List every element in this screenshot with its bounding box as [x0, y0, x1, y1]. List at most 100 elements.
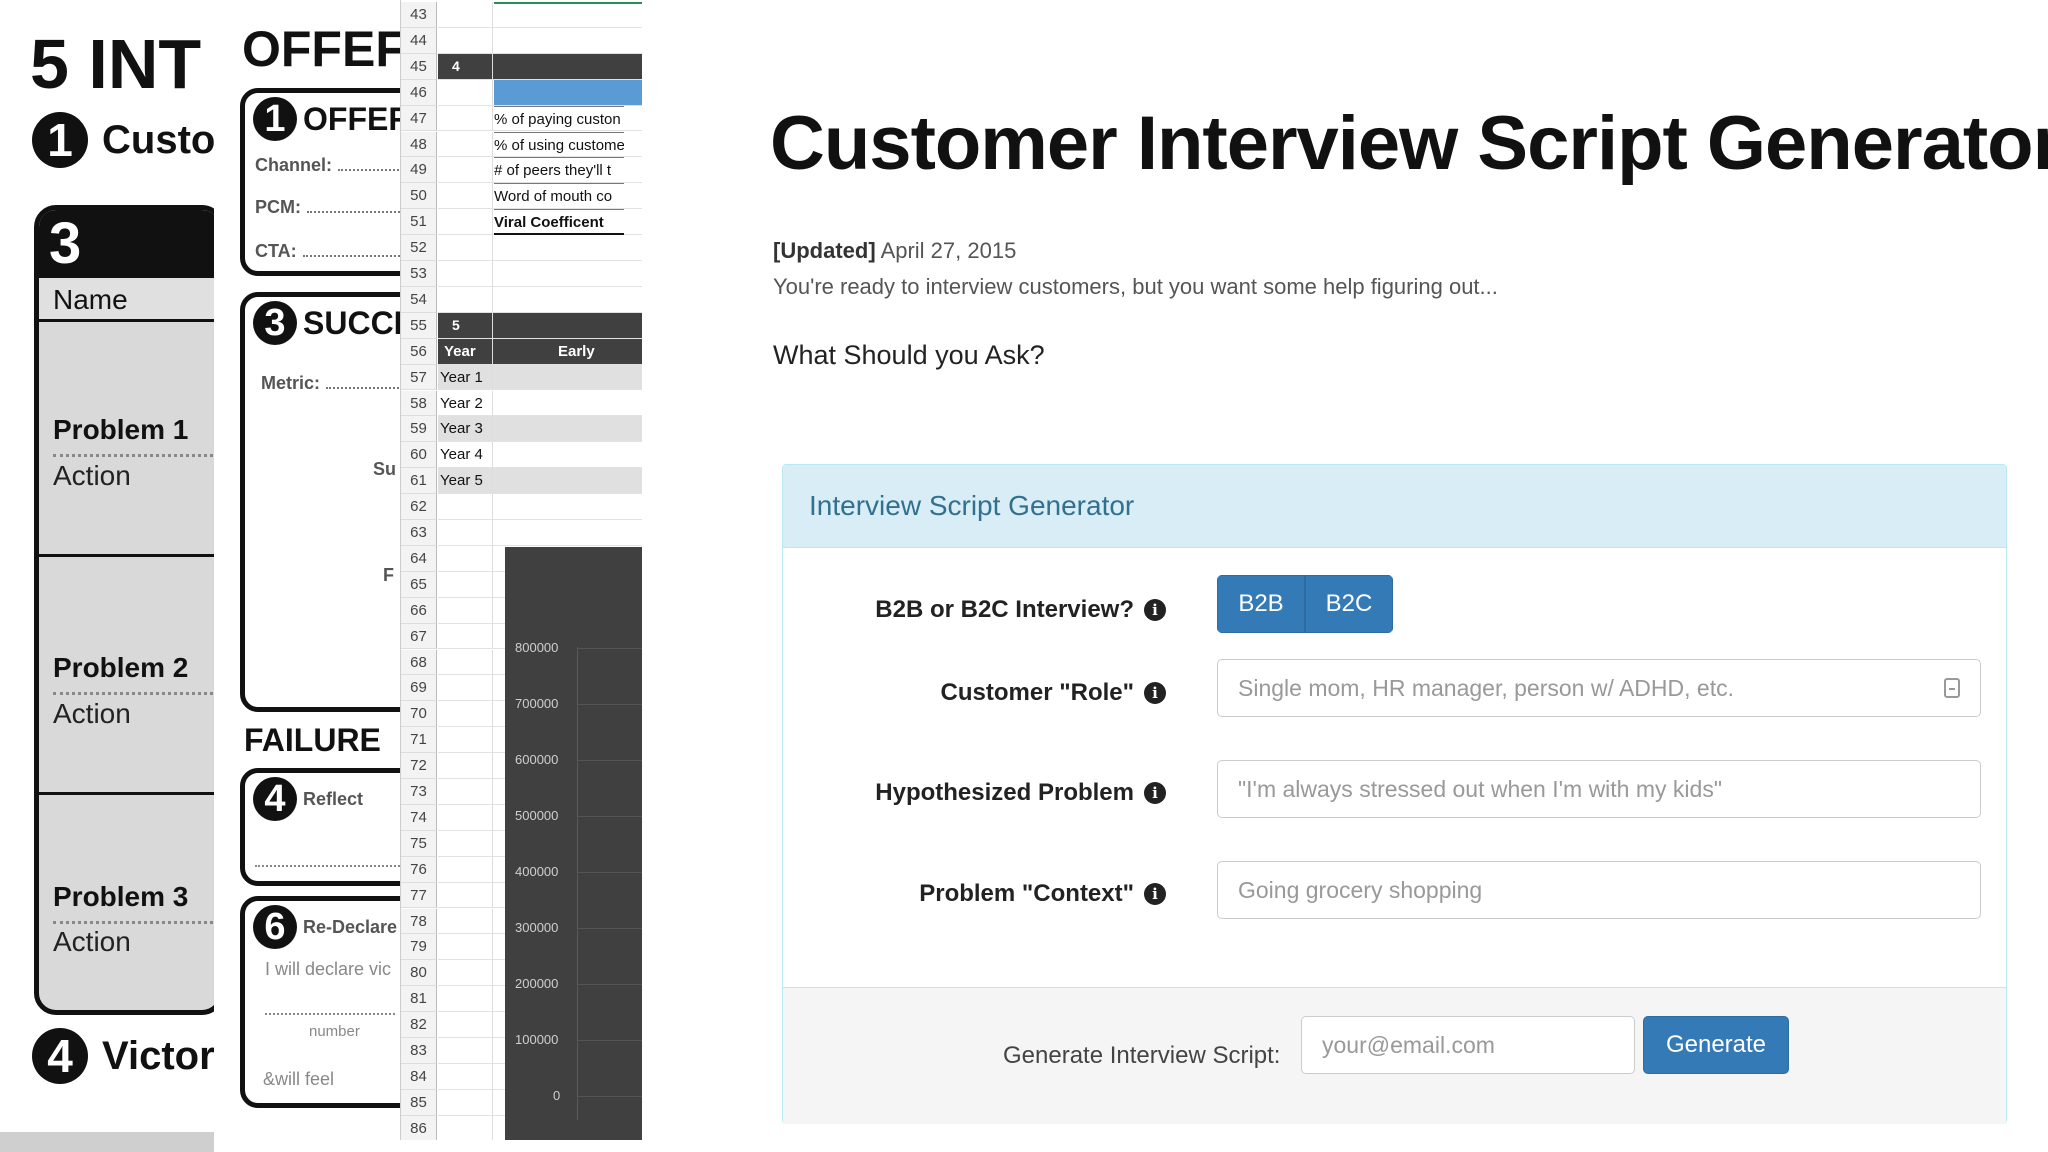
row-number[interactable]: 80: [401, 960, 437, 987]
b2c-button[interactable]: B2C: [1305, 575, 1393, 633]
info-icon[interactable]: i: [1144, 782, 1166, 804]
redeclare-label: Re-Declare: [303, 916, 398, 937]
chart-gridline: [577, 760, 642, 761]
row-number[interactable]: 67: [401, 623, 437, 650]
row-number[interactable]: 53: [401, 261, 437, 287]
row-number[interactable]: 66: [401, 597, 437, 624]
year-header[interactable]: Year: [444, 339, 504, 365]
sheet-row[interactable]: Year Early: [438, 338, 642, 365]
year-cell[interactable]: Year 2: [440, 391, 500, 417]
sheet-row[interactable]: Word of mouth co: [438, 183, 642, 210]
metric-cell[interactable]: % of paying custon: [494, 105, 624, 132]
row-number[interactable]: 60: [401, 442, 437, 469]
metric-cell[interactable]: # of peers they'll t: [494, 157, 624, 183]
sheet-row[interactable]: Year 2: [438, 390, 642, 417]
metric-cell[interactable]: Word of mouth co: [494, 183, 624, 209]
sheet-row[interactable]: [438, 2, 642, 28]
sheet-row[interactable]: % of using custome: [438, 131, 642, 158]
row-number[interactable]: 48: [401, 131, 437, 158]
autofill-icon[interactable]: [1944, 678, 1960, 698]
sheet-row[interactable]: Year 1: [438, 364, 642, 391]
row-number[interactable]: 85: [401, 1089, 437, 1116]
selected-cell[interactable]: [494, 79, 642, 105]
row-number[interactable]: 73: [401, 779, 437, 805]
row-number[interactable]: 68: [401, 649, 437, 676]
sheet-row[interactable]: [438, 520, 642, 546]
row-number[interactable]: 57: [401, 364, 437, 391]
sheet-row[interactable]: 4: [438, 53, 642, 80]
year-cell[interactable]: Year 1: [440, 365, 500, 391]
sheet-row[interactable]: Year 4: [438, 442, 642, 469]
row-number[interactable]: 82: [401, 1012, 437, 1038]
early-header[interactable]: Early: [558, 339, 638, 365]
row-number[interactable]: 74: [401, 804, 437, 831]
interview-type-label: B2B or B2C Interview? i: [783, 585, 1166, 635]
year-cell[interactable]: Year 4: [440, 442, 500, 468]
row-number[interactable]: 79: [401, 934, 437, 961]
info-icon[interactable]: i: [1144, 883, 1166, 905]
b2b-button[interactable]: B2B: [1217, 575, 1305, 633]
customer-role-input[interactable]: Single mom, HR manager, person w/ ADHD, …: [1217, 659, 1981, 717]
row-number[interactable]: 61: [401, 468, 437, 495]
row-number[interactable]: 51: [401, 209, 437, 236]
row-number[interactable]: 49: [401, 157, 437, 184]
section-label[interactable]: 4: [452, 54, 582, 80]
sheet-row[interactable]: Year 3: [438, 416, 642, 443]
sheet-row[interactable]: Year 5: [438, 468, 642, 495]
row-number[interactable]: 65: [401, 571, 437, 598]
row-number[interactable]: 63: [401, 520, 437, 546]
metric-cell[interactable]: Viral Coefficent: [494, 209, 624, 236]
row-number[interactable]: 72: [401, 753, 437, 779]
sheet-row[interactable]: 5: [438, 312, 642, 339]
sheet-row[interactable]: Viral Coefficent: [438, 209, 642, 236]
row-number[interactable]: 45: [401, 53, 437, 80]
spreadsheet: 43 44 45 4 46 47% of paying custon 48% of usin…: [400, 0, 642, 1140]
section-label[interactable]: 5: [452, 313, 582, 339]
row-number[interactable]: 81: [401, 986, 437, 1013]
problem-2-divider: [53, 692, 214, 695]
row-number[interactable]: 43: [401, 2, 437, 28]
row-number[interactable]: 62: [401, 494, 437, 520]
sheet-row[interactable]: [438, 261, 642, 287]
row-number[interactable]: 83: [401, 1038, 437, 1064]
info-icon[interactable]: i: [1144, 599, 1166, 621]
row-number[interactable]: 86: [401, 1115, 437, 1140]
row-number[interactable]: 44: [401, 27, 437, 54]
problem-context-input[interactable]: Going grocery shopping: [1217, 861, 1981, 919]
row-number[interactable]: 50: [401, 183, 437, 210]
row-number[interactable]: 56: [401, 338, 437, 365]
row-number[interactable]: 47: [401, 105, 437, 132]
row-number[interactable]: 59: [401, 416, 437, 443]
email-input[interactable]: your@email.com: [1301, 1016, 1635, 1074]
row-number[interactable]: 58: [401, 390, 437, 417]
row-number[interactable]: 76: [401, 856, 437, 883]
year-cell[interactable]: Year 5: [440, 468, 500, 494]
sheet-row[interactable]: [438, 494, 642, 520]
info-icon[interactable]: i: [1144, 682, 1166, 704]
sheet-row[interactable]: [438, 27, 642, 54]
metric-cell[interactable]: % of using custome: [494, 131, 624, 158]
sheet-row[interactable]: [438, 235, 642, 261]
sheet-row[interactable]: % of paying custon: [438, 105, 642, 132]
sheet-row[interactable]: [438, 286, 642, 313]
row-number[interactable]: 69: [401, 675, 437, 702]
row-number[interactable]: 64: [401, 545, 437, 572]
year-cell[interactable]: Year 3: [440, 416, 500, 442]
hypothesized-problem-input[interactable]: "I'm always stressed out when I'm with m…: [1217, 760, 1981, 818]
offer-card: 1 OFFEF Channel: PCM: CTA:: [240, 88, 400, 276]
row-number[interactable]: 55: [401, 312, 437, 339]
row-number[interactable]: 84: [401, 1063, 437, 1090]
projection-chart[interactable]: 800000 700000 600000 500000 400000 300000 2000…: [505, 547, 642, 1140]
row-number[interactable]: 77: [401, 882, 437, 909]
row-number[interactable]: 46: [401, 79, 437, 106]
generate-button[interactable]: Generate: [1643, 1016, 1789, 1074]
sheet-row[interactable]: # of peers they'll t: [438, 157, 642, 184]
row-number[interactable]: 75: [401, 830, 437, 857]
row-number[interactable]: 54: [401, 286, 437, 313]
section-1-number: 1: [32, 112, 88, 168]
row-number[interactable]: 71: [401, 727, 437, 754]
row-number[interactable]: 70: [401, 701, 437, 728]
row-number[interactable]: 52: [401, 235, 437, 261]
sheet-row[interactable]: [438, 79, 642, 106]
row-number[interactable]: 78: [401, 908, 437, 935]
